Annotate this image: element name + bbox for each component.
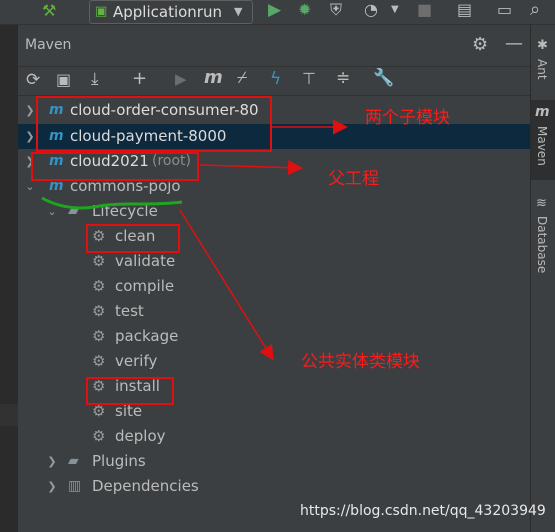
annotation-parent-project: 父工程 [328,169,379,189]
annotation-arrows [41,119,348,361]
arrow-to-pojo-note [179,209,274,361]
arrow-to-parent-note [199,160,303,176]
annotation-two-modules: 两个子模块 [365,108,450,128]
annotation-common-entity: 公共实体类模块 [301,352,420,372]
watermark: https://blog.csdn.net/qq_43203949 [300,503,546,519]
green-underline [41,196,183,210]
